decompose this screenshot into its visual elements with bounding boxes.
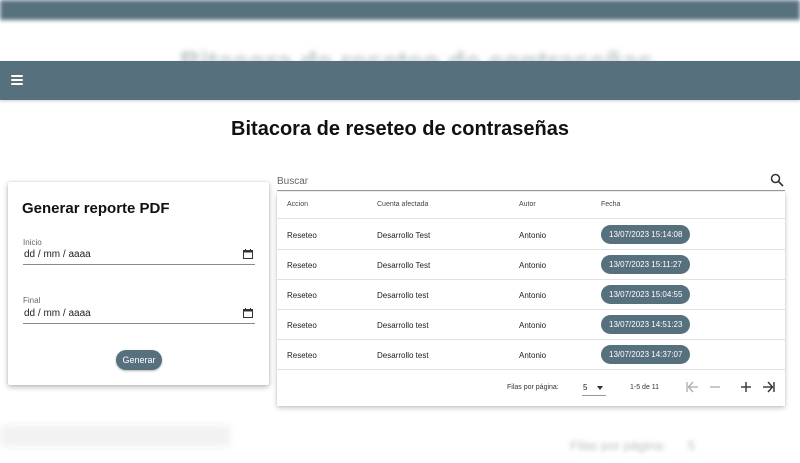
table-row[interactable]: Reseteo Desarrollo test Antonio 13/07/20… — [277, 280, 785, 310]
date-chip: 13/07/2023 14:51:23 — [601, 315, 691, 334]
app-bar — [0, 61, 800, 100]
search-icon[interactable] — [770, 173, 784, 187]
column-header-fecha[interactable]: Fecha — [601, 201, 620, 208]
cell-autor: Antonio — [519, 291, 547, 300]
first-page-icon[interactable] — [685, 380, 699, 394]
start-date-label: Inicio — [23, 238, 42, 247]
cell-accion: Reseteo — [287, 231, 317, 240]
calendar-icon[interactable] — [243, 308, 253, 318]
last-page-icon[interactable] — [762, 380, 776, 394]
start-date-value: dd / mm / aaaa — [24, 249, 91, 260]
date-chip: 13/07/2023 15:14:08 — [601, 225, 691, 244]
background-rows-value: 5 — [687, 438, 696, 453]
cell-cuenta: Desarrollo test — [377, 321, 429, 330]
end-date-value: dd / mm / aaaa — [24, 308, 91, 319]
previous-page-icon[interactable] — [708, 380, 722, 394]
menu-icon[interactable] — [8, 71, 28, 91]
page-range: 1-5 de 11 — [630, 384, 660, 391]
next-page-icon[interactable] — [739, 380, 753, 394]
page-title: Bitacora de reseteo de contraseñas — [231, 118, 569, 140]
report-card: Generar reporte PDF Inicio dd / mm / aaa… — [8, 182, 269, 385]
background-rows-label: Filas por página: — [570, 438, 667, 453]
background-topbar — [0, 0, 800, 20]
cell-cuenta: Desarrollo Test — [377, 231, 431, 240]
rows-per-page-value: 5 — [583, 383, 588, 392]
cell-autor: Antonio — [519, 231, 547, 240]
end-date-field[interactable]: dd / mm / aaaa — [23, 306, 255, 324]
search-input[interactable] — [277, 172, 785, 191]
table-row[interactable]: Reseteo Desarrollo test Antonio 13/07/20… — [277, 310, 785, 340]
date-chip: 13/07/2023 14:37:07 — [601, 345, 691, 364]
cell-autor: Antonio — [519, 351, 547, 360]
cell-cuenta: Desarrollo test — [377, 291, 429, 300]
rows-per-page-label: Filas por página: — [507, 384, 559, 391]
cell-autor: Antonio — [519, 321, 547, 330]
log-table: Accion Cuenta afectada Autor Fecha Reset… — [277, 192, 785, 406]
cell-accion: Reseteo — [287, 321, 317, 330]
background-card — [0, 425, 230, 447]
date-chip: 13/07/2023 15:04:55 — [601, 285, 691, 304]
background-title: Bitacora de reseteo de contraseñas — [180, 48, 660, 62]
table-row[interactable]: Reseteo Desarrollo Test Antonio 13/07/20… — [277, 220, 785, 250]
cell-accion: Reseteo — [287, 351, 317, 360]
column-header-accion[interactable]: Accion — [287, 201, 308, 208]
column-header-autor[interactable]: Autor — [519, 201, 536, 208]
background-pagination: Filas por página: 5 — [570, 438, 800, 458]
column-header-cuenta[interactable]: Cuenta afectada — [377, 201, 428, 208]
end-date-label: Final — [23, 296, 41, 305]
pagination: Filas por página: 5 1-5 de 11 — [277, 371, 785, 405]
cell-cuenta: Desarrollo Test — [377, 261, 431, 270]
cell-cuenta: Desarrollo test — [377, 351, 429, 360]
calendar-icon[interactable] — [243, 249, 253, 259]
page: Bitacora de reseteo de contraseñas Bitac… — [0, 0, 800, 463]
generate-button[interactable]: Generar — [116, 350, 162, 370]
cell-accion: Reseteo — [287, 261, 317, 270]
table-row[interactable]: Reseteo Desarrollo test Antonio 13/07/20… — [277, 340, 785, 370]
chevron-down-icon — [597, 386, 603, 390]
table-header: Accion Cuenta afectada Autor Fecha — [277, 192, 785, 219]
start-date-field[interactable]: dd / mm / aaaa — [23, 247, 255, 265]
cell-accion: Reseteo — [287, 291, 317, 300]
table-row[interactable]: Reseteo Desarrollo Test Antonio 13/07/20… — [277, 250, 785, 280]
cell-autor: Antonio — [519, 261, 547, 270]
date-chip: 13/07/2023 15:11:27 — [601, 255, 690, 274]
rows-per-page-select[interactable]: 5 — [582, 380, 606, 396]
report-title: Generar reporte PDF — [22, 200, 170, 217]
